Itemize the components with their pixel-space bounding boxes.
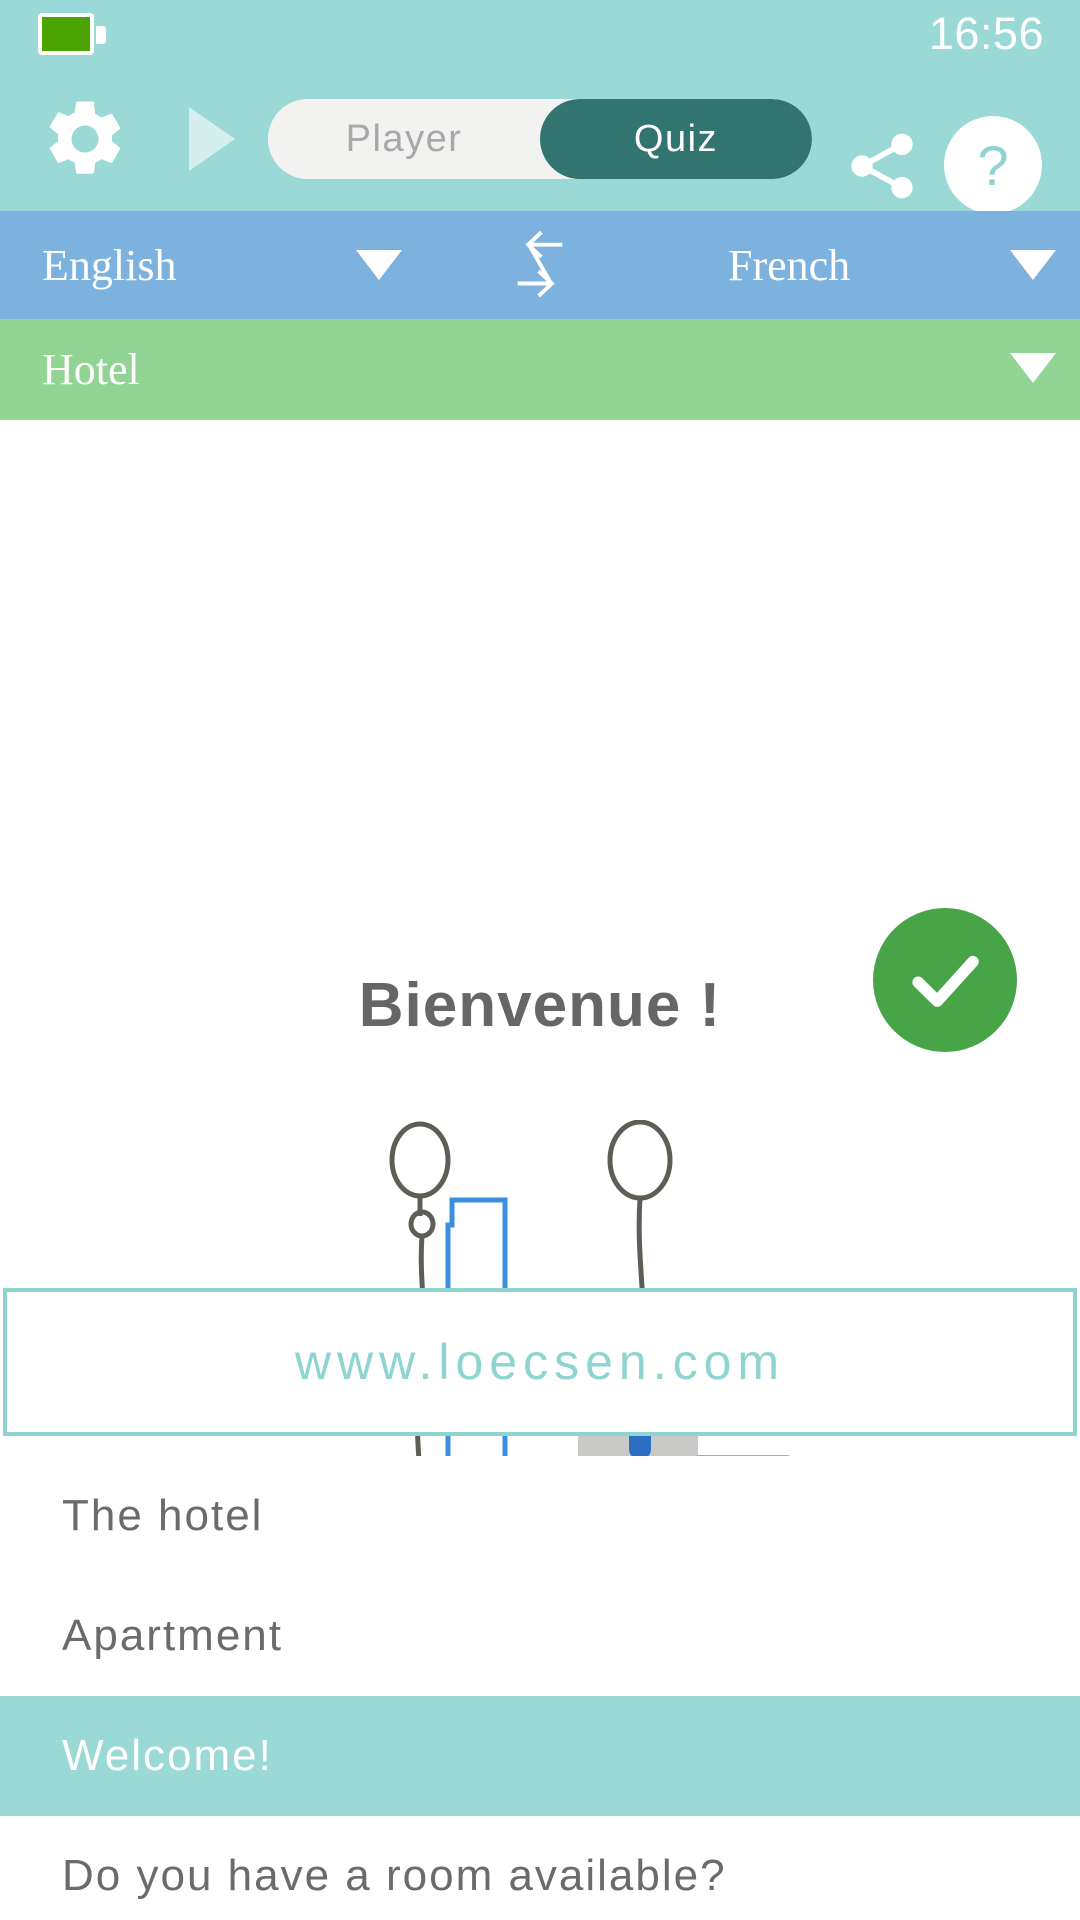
status-bar-clock: 16:56 — [928, 8, 1044, 59]
quiz-options-list: The hotel Apartment Welcome! Do you have… — [0, 1456, 1080, 1920]
help-button[interactable]: ? — [944, 116, 1042, 214]
app-toolbar: Player Quiz ? — [0, 68, 1080, 214]
source-language-label: English — [42, 240, 177, 290]
chevron-down-icon — [1010, 353, 1056, 383]
battery-nub-icon — [96, 26, 106, 44]
mode-toggle[interactable]: Player Quiz — [268, 99, 812, 179]
share-icon — [851, 133, 913, 199]
play-button[interactable] — [172, 98, 252, 180]
language-selector-bar: English French — [0, 211, 1080, 319]
quiz-card: Bienvenue ! — [0, 420, 1080, 1565]
source-language-dropdown[interactable]: English — [0, 211, 480, 319]
swap-arrows-icon — [517, 230, 563, 298]
gear-icon — [49, 101, 121, 174]
option-label: The hotel — [62, 1491, 264, 1540]
target-language-dropdown[interactable]: French — [600, 211, 1080, 319]
settings-button[interactable] — [36, 90, 134, 188]
website-url-text: www.loecsen.com — [294, 1334, 786, 1390]
website-banner[interactable]: www.loecsen.com — [3, 1288, 1077, 1436]
chevron-down-icon — [356, 250, 402, 280]
play-icon — [189, 107, 235, 171]
swap-languages-button[interactable] — [480, 211, 600, 319]
tab-player[interactable]: Player — [268, 99, 540, 179]
option-label: Apartment — [62, 1611, 283, 1660]
check-circle-icon — [912, 955, 979, 1007]
list-item[interactable]: Welcome! — [0, 1696, 1080, 1816]
tab-quiz[interactable]: Quiz — [540, 99, 812, 179]
list-item[interactable]: The hotel — [0, 1456, 1080, 1576]
option-label: Welcome! — [62, 1731, 273, 1780]
share-button[interactable] — [832, 116, 932, 216]
list-item[interactable]: Do you have a room available? — [0, 1816, 1080, 1920]
option-label: Do you have a room available? — [62, 1851, 727, 1900]
chevron-down-icon — [1010, 250, 1056, 280]
category-dropdown[interactable]: Hotel — [0, 319, 1080, 420]
category-label: Hotel — [42, 345, 140, 394]
list-item[interactable]: Apartment — [0, 1576, 1080, 1696]
app-root: 16:56 Player Quiz ? English French Hotel… — [0, 0, 1080, 1920]
target-language-label: French — [728, 240, 851, 290]
correct-answer-badge — [873, 908, 1017, 1052]
status-bar: 16:56 — [0, 0, 1080, 68]
battery-icon — [38, 13, 94, 55]
